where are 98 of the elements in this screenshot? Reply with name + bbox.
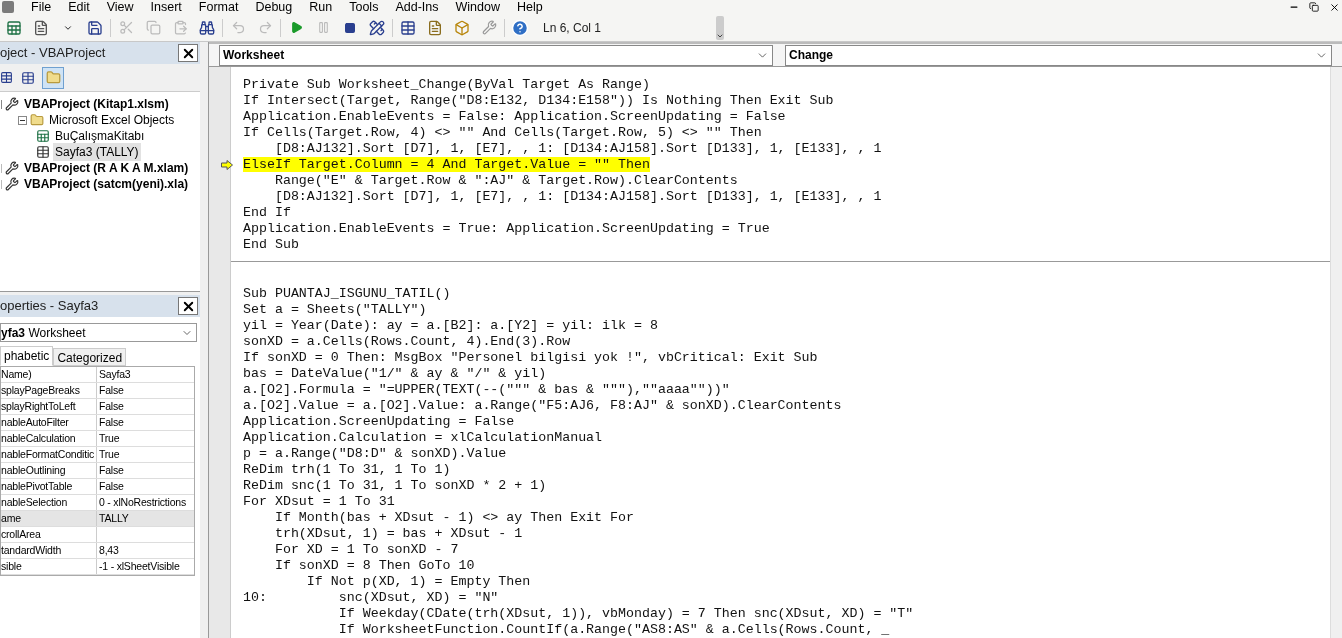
property-name[interactable]: splayRightToLeft (1, 399, 97, 414)
properties-tab[interactable]: Categorized (53, 348, 127, 366)
code-line: If Month(bas + XDsut - 1) <> ay Then Exit For (273, 510, 634, 525)
code-line: For XD = 1 To sonXD - 7 (273, 542, 459, 557)
scrollbar[interactable] (1330, 67, 1342, 638)
code-line: Application.EnableEvents = False: Application.ScreenUpdating = False (243, 109, 786, 124)
property-name[interactable]: crollArea (1, 527, 97, 542)
collapse-toggle[interactable] (18, 115, 27, 125)
toggle-folders-icon[interactable] (42, 66, 64, 89)
tree-item[interactable]: VBAProject (satcm(yeni).xla) (22, 175, 191, 193)
code-line: If Weekday(CDate(trh(XDsut, 1)), vbMonday) = 7 Then snc(XDsut, XD) = "T" (337, 606, 914, 621)
property-value[interactable]: True (97, 447, 194, 462)
code-line: Application.ScreenUpdating = False (243, 414, 515, 429)
code-line: Private Sub Worksheet_Change(ByVal Target As Range) (243, 77, 650, 92)
property-name[interactable]: nableFormatConditic (1, 447, 97, 462)
menu-item[interactable]: Insert (150, 0, 182, 14)
code-line: If Not p(XD, 1) = Empty Then (305, 574, 531, 589)
property-name[interactable]: nableSelection (1, 495, 97, 510)
code-line: Application.EnableEvents = True: Application.ScreenUpdating = True (243, 221, 770, 236)
code-line: 10: snc(XDsut, XD) = "N" (243, 590, 499, 605)
menu-item[interactable]: Tools (349, 0, 379, 14)
menu-item[interactable]: Debug (255, 0, 293, 14)
menu-item[interactable]: Help (516, 0, 543, 14)
folder-icon (30, 113, 44, 127)
menu-item[interactable]: Format (198, 0, 239, 14)
tree-item[interactable]: Microsoft Excel Objects (47, 111, 177, 129)
menu-item[interactable]: Add-Ins (395, 0, 439, 14)
toolbar-grip[interactable] (716, 15, 724, 40)
pane-title: oject - VBAProject (0, 44, 106, 63)
code-line: p = a.Range("D8:D" & sonXD).Value (243, 446, 507, 461)
workbook-icon (36, 129, 50, 143)
code-line: sonXD = a.Cells(Rows.Count, 4).End(3).Row (243, 334, 571, 349)
property-name[interactable]: splayPageBreaks (1, 383, 97, 398)
code-line: Set a = Sheets("TALLY") (243, 302, 427, 317)
app-icon[interactable] (2, 1, 14, 13)
code-line: [D8:AJ132].Sort [D7], 1, [E7], , 1: [D134:AJ158].Sort [D133], 1, [E133], , 1 (273, 189, 882, 204)
property-value[interactable]: False (97, 399, 194, 414)
code-line: yil = Year(Date): ay = a.[B2]: a.[Y2] = yil: ilk = 8 (243, 318, 658, 333)
tree-item[interactable]: BuÇalışmaKitabı (53, 127, 147, 145)
pane-title: operties - Sayfa3 (0, 297, 99, 316)
sheet-icon (36, 145, 50, 159)
property-value[interactable]: False (97, 415, 194, 430)
project-icon (5, 97, 19, 111)
object-dropdown[interactable]: yfa3 Worksheet (0, 323, 197, 342)
property-name[interactable]: nablePivotTable (1, 479, 97, 494)
code-line: trh(XDsut, 1) = bas + XDsut - 1 (273, 526, 523, 541)
property-value[interactable]: False (97, 463, 194, 478)
menu-item[interactable]: Window (455, 0, 500, 14)
restore-icon[interactable] (1309, 2, 1319, 12)
current-line-arrow-icon (221, 160, 233, 170)
code-line: a.[O2].Value = a.[O2].Value: a.Range("F5:AJ6, F8:AJ" & sonXD).ClearContents (243, 398, 842, 413)
code-line: For XDsut = 1 To 31 (243, 494, 395, 509)
code-line: Application.Calculation = xlCalculationManual (243, 430, 603, 445)
code-line: ReDim trh(1 To 31, 1 To 1) (243, 462, 451, 477)
procedure-dropdown[interactable]: Change (785, 44, 1332, 66)
property-name[interactable]: Name) (1, 367, 97, 382)
close-button[interactable] (178, 297, 198, 315)
code-line: bas = DateValue("1/" & ay & "/" & yil) (243, 366, 547, 381)
property-value[interactable]: 0 - xlNoRestrictions (97, 495, 194, 510)
code-line: If Intersect(Target, Range("D8:E132, D134:E158")) Is Nothing Then Exit Sub (243, 93, 834, 108)
tree-item[interactable]: VBAProject (Kitap1.xlsm) (22, 95, 171, 113)
property-value[interactable]: TALLY (97, 511, 194, 526)
property-value[interactable]: -1 - xlSheetVisible (97, 559, 194, 574)
code-line: [D8:AJ132].Sort [D7], 1, [E7], , 1: [D134:AJ158].Sort [D133], 1, [E133], , 1 (273, 141, 882, 156)
property-name[interactable]: tandardWidth (1, 543, 97, 558)
menu-item[interactable]: Edit (68, 0, 90, 14)
property-value[interactable]: True (97, 431, 194, 446)
property-name[interactable]: nableCalculation (1, 431, 97, 446)
code-line: If WorksheetFunction.CountIf(a.Range("AS8:AS" & a.Cells(Rows.Count, _ (337, 622, 890, 637)
code-line: If Cells(Target.Row, 4) <> "" And Cells(Target.Row, 5) <> "" Then (243, 125, 762, 140)
code-line: ReDim snc(1 To 31, 1 To sonXD * 2 + 1) (243, 478, 547, 493)
property-name[interactable]: ame (1, 511, 97, 526)
property-value[interactable]: Sayfa3 (97, 367, 194, 382)
menu-item[interactable]: View (106, 0, 134, 14)
menu-item[interactable]: File (31, 0, 52, 14)
property-value[interactable]: False (97, 479, 194, 494)
code-line: a.[O2].Formula = "=UPPER(TEXT(--(""" & bas & """),""aaaa""))" (243, 382, 730, 397)
code-line: End If (243, 205, 291, 220)
property-name[interactable]: nableAutoFilter (1, 415, 97, 430)
property-name[interactable]: nableOutlining (1, 463, 97, 478)
code-line: Range("E" & Target.Row & ":AJ" & Target.Row).ClearContents (273, 173, 738, 188)
cursor-position: Ln 6, Col 1 (543, 19, 603, 37)
tree-item[interactable]: VBAProject (R A K A M.xlam) (22, 159, 191, 177)
property-value[interactable]: False (97, 383, 194, 398)
code-line: End Sub (243, 237, 299, 252)
project-icon (5, 161, 19, 175)
code-line: If sonXD = 0 Then: MsgBox "Personel bilgisi yok !", vbCritical: Exit Sub (243, 350, 818, 365)
code-line: Sub PUANTAJ_ISGUNU_TATIL() (243, 286, 451, 301)
property-name[interactable]: sible (1, 559, 97, 574)
project-icon (5, 177, 19, 191)
code-line: If sonXD = 8 Then GoTo 10 (273, 558, 475, 573)
property-value[interactable]: 8,43 (97, 543, 194, 558)
menu-item[interactable]: Run (309, 0, 333, 14)
close-icon[interactable] (1329, 1, 1340, 13)
properties-tab[interactable]: phabetic (0, 346, 54, 366)
object-dropdown[interactable]: Worksheet (219, 44, 773, 66)
close-button[interactable] (178, 44, 198, 62)
tree-item[interactable]: Sayfa3 (TALLY) (53, 143, 141, 161)
